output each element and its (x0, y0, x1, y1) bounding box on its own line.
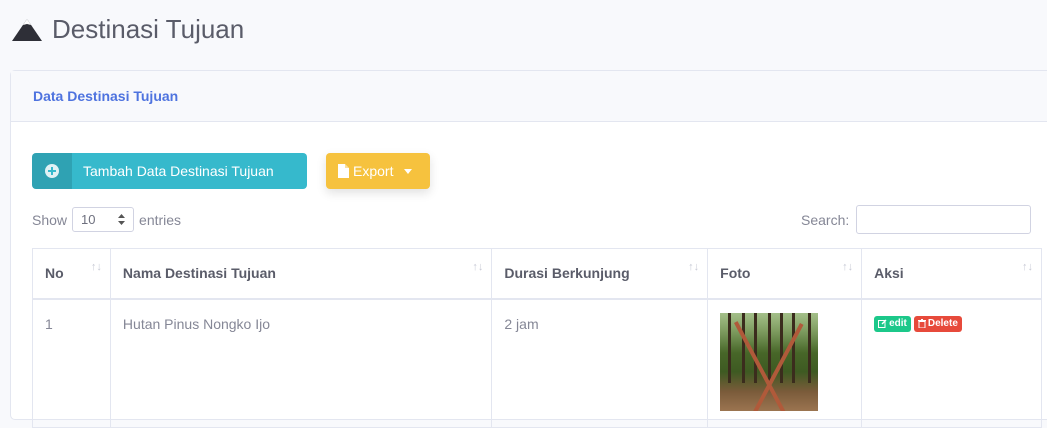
entries-length-control: Show 10 entries (32, 207, 181, 232)
entries-label: entries (139, 211, 182, 228)
entries-select[interactable]: 10 (72, 207, 135, 232)
cell-nama: Hutan Pinus Nongko Ijo (109, 298, 493, 428)
destination-photo (720, 312, 819, 411)
sort-icon: ↑↓ (472, 261, 484, 273)
export-label: Export (353, 163, 394, 179)
table-header-row: No ↑↓ Nama Destinasi Tujuan ↑↓ Durasi Be… (32, 248, 1042, 300)
select-arrows-icon (118, 214, 126, 225)
add-destination-button[interactable]: Tambah Data Destinasi Tujuan (32, 153, 307, 189)
caret-down-icon (404, 169, 413, 174)
edit-label: edit (889, 318, 907, 329)
trash-icon (917, 319, 926, 328)
mountain-icon (12, 18, 42, 41)
table-row: 1 Hutan Pinus Nongko Ijo 2 jam edit Dele… (32, 298, 1042, 428)
add-destination-label: Tambah Data Destinasi Tujuan (83, 163, 274, 179)
show-label: Show (32, 211, 68, 228)
delete-label: Delete (927, 318, 958, 329)
search-input[interactable] (856, 205, 1032, 234)
entries-select-value: 10 (81, 212, 96, 227)
edit-button[interactable]: edit (874, 315, 911, 332)
export-button[interactable]: Export (326, 153, 430, 189)
page-title: Destinasi Tujuan (52, 14, 245, 44)
column-header-durasi[interactable]: Durasi Berkunjung ↑↓ (491, 248, 709, 300)
edit-icon (878, 319, 887, 328)
sort-icon: ↑↓ (688, 261, 700, 273)
plus-circle-icon (32, 153, 72, 189)
page-header: Destinasi Tujuan (10, 14, 244, 45)
card-header: Data Destinasi Tujuan (11, 71, 1047, 122)
sort-icon: ↑↓ (1022, 261, 1033, 273)
cell-durasi: 2 jam (491, 298, 709, 428)
column-header-aksi[interactable]: Aksi ↑↓ (861, 248, 1042, 300)
column-header-nama[interactable]: Nama Destinasi Tujuan ↑↓ (109, 248, 493, 300)
column-header-no[interactable]: No ↑↓ (32, 248, 111, 300)
search-label: Search: (801, 211, 850, 228)
destination-table: No ↑↓ Nama Destinasi Tujuan ↑↓ Durasi Be… (32, 248, 1042, 428)
card-title: Data Destinasi Tujuan (33, 88, 179, 104)
data-card: Data Destinasi Tujuan Tambah Data Destin… (10, 70, 1047, 428)
cell-aksi: edit Delete (861, 298, 1042, 428)
search-control: Search: (801, 205, 1032, 234)
delete-button[interactable]: Delete (913, 315, 962, 332)
sort-icon: ↑↓ (842, 261, 854, 273)
column-header-foto[interactable]: Foto ↑↓ (707, 248, 863, 300)
sort-icon: ↑↓ (90, 261, 102, 273)
cell-no: 1 (32, 298, 111, 428)
cell-foto (707, 298, 863, 428)
file-icon (338, 164, 349, 178)
row-actions: edit Delete (874, 315, 1029, 332)
